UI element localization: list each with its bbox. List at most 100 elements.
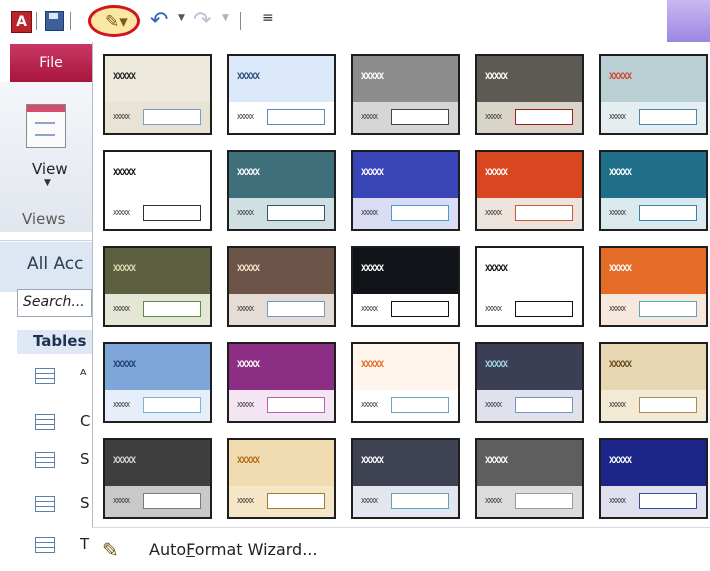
style-sample-title: XXXXX	[237, 264, 260, 274]
style-body-preview: XXXXX	[601, 102, 706, 133]
style-sample-textbox	[391, 301, 449, 317]
table-icon	[35, 537, 55, 553]
view-button-label[interactable]: View	[32, 160, 68, 178]
autoformat-style-15[interactable]: XXXXX XXXXX	[599, 246, 708, 327]
autoformat-style-21[interactable]: XXXXX XXXXX	[103, 438, 212, 519]
style-sample-title: XXXXX	[237, 360, 260, 370]
style-header-preview: XXXXX	[229, 152, 334, 198]
style-sample-textbox	[515, 109, 573, 125]
autoformat-style-19[interactable]: XXXXX XXXXX	[475, 342, 584, 423]
style-sample-label: XXXXX	[485, 305, 502, 313]
style-sample-title: XXXXX	[485, 168, 508, 178]
access-app-icon[interactable]: A	[11, 11, 32, 33]
nav-table-item[interactable]: C	[35, 408, 92, 436]
navigation-pane-header[interactable]: All Acc	[0, 242, 92, 292]
style-body-preview: XXXXX	[601, 486, 706, 517]
autoformat-style-6[interactable]: XXXXX XXXXX	[103, 150, 212, 231]
style-sample-textbox	[143, 493, 201, 509]
navigation-search-input[interactable]: Search...	[17, 289, 92, 317]
autoformat-style-1[interactable]: XXXXX XXXXX	[103, 54, 212, 135]
autoformat-style-24[interactable]: XXXXX XXXXX	[475, 438, 584, 519]
style-header-preview: XXXXX	[353, 440, 458, 486]
table-icon	[35, 496, 55, 512]
table-icon	[35, 452, 55, 468]
style-body-preview: XXXXX	[477, 198, 582, 229]
autoformat-style-5[interactable]: XXXXX XXXXX	[599, 54, 708, 135]
style-sample-textbox	[515, 301, 573, 317]
style-body-preview: XXXXX	[105, 390, 210, 421]
style-header-preview: XXXXX	[477, 248, 582, 294]
autoformat-style-9[interactable]: XXXXX XXXXX	[475, 150, 584, 231]
style-body-preview: XXXXX	[105, 486, 210, 517]
style-sample-title: XXXXX	[113, 72, 136, 82]
style-sample-label: XXXXX	[485, 497, 502, 505]
style-header-preview: XXXXX	[229, 440, 334, 486]
style-body-preview: XXXXX	[105, 294, 210, 325]
style-sample-textbox	[267, 493, 325, 509]
autoformat-style-7[interactable]: XXXXX XXXXX	[227, 150, 336, 231]
style-sample-textbox	[391, 109, 449, 125]
customize-toolbar-icon[interactable]: ≡	[262, 10, 274, 26]
chevron-down-icon[interactable]: ▼	[44, 178, 51, 188]
table-icon	[35, 368, 55, 384]
autoformat-style-16[interactable]: XXXXX XXXXX	[103, 342, 212, 423]
autoformat-style-3[interactable]: XXXXX XXXXX	[351, 54, 460, 135]
style-sample-textbox	[639, 397, 697, 413]
style-sample-textbox	[267, 301, 325, 317]
autoformat-style-2[interactable]: XXXXX XXXXX	[227, 54, 336, 135]
style-sample-title: XXXXX	[609, 360, 632, 370]
style-sample-title: XXXXX	[361, 168, 384, 178]
search-placeholder: Search...	[23, 294, 85, 310]
autoformat-style-20[interactable]: XXXXX XXXXX	[599, 342, 708, 423]
autoformat-style-18[interactable]: XXXXX XXXXX	[351, 342, 460, 423]
style-body-preview: XXXXX	[105, 198, 210, 229]
nav-table-item[interactable]: S	[35, 490, 92, 518]
style-header-preview: XXXXX	[601, 344, 706, 390]
nav-table-item[interactable]: ᴬ	[35, 362, 92, 390]
style-sample-label: XXXXX	[113, 209, 130, 217]
style-sample-textbox	[267, 397, 325, 413]
autoformat-wizard-menu-item[interactable]: ✎ AutoFormat Wizard...	[92, 527, 710, 571]
style-sample-textbox	[515, 493, 573, 509]
style-sample-label: XXXXX	[361, 113, 378, 121]
style-sample-label: XXXXX	[237, 305, 254, 313]
view-form-icon[interactable]	[26, 104, 66, 148]
autoformat-style-13[interactable]: XXXXX XXXXX	[351, 246, 460, 327]
file-tab[interactable]: File	[10, 44, 92, 82]
autoformat-style-14[interactable]: XXXXX XXXXX	[475, 246, 584, 327]
tables-group-header[interactable]: Tables	[17, 330, 92, 354]
style-sample-title: XXXXX	[485, 360, 508, 370]
autoformat-style-22[interactable]: XXXXX XXXXX	[227, 438, 336, 519]
nav-table-item[interactable]: S	[35, 446, 92, 474]
style-sample-label: XXXXX	[237, 209, 254, 217]
style-sample-title: XXXXX	[485, 456, 508, 466]
autoformat-style-8[interactable]: XXXXX XXXXX	[351, 150, 460, 231]
save-icon[interactable]	[45, 11, 64, 31]
autoformat-quick-button[interactable]: ✎▾	[88, 5, 140, 37]
autoformat-style-12[interactable]: XXXXX XXXXX	[227, 246, 336, 327]
style-sample-textbox	[391, 493, 449, 509]
style-sample-label: XXXXX	[237, 497, 254, 505]
style-sample-label: XXXXX	[485, 113, 502, 121]
autoformat-style-4[interactable]: XXXXX XXXXX	[475, 54, 584, 135]
style-sample-textbox	[639, 205, 697, 221]
undo-dropdown-icon[interactable]: ▼	[178, 13, 185, 23]
autoformat-style-17[interactable]: XXXXX XXXXX	[227, 342, 336, 423]
toolbar-separator	[36, 12, 37, 30]
quick-access-toolbar: A ✎▾ ↶ ▼ ↷ ▼ ≡	[0, 0, 710, 42]
autoformat-style-10[interactable]: XXXXX XXXXX	[599, 150, 708, 231]
style-sample-label: XXXXX	[113, 113, 130, 121]
autoformat-style-23[interactable]: XXXXX XXXXX	[351, 438, 460, 519]
nav-table-item[interactable]: T	[35, 531, 92, 559]
autoformat-wizard-label: AutoFormat Wizard...	[149, 540, 318, 559]
style-sample-textbox	[515, 397, 573, 413]
autoformat-style-11[interactable]: XXXXX XXXXX	[103, 246, 212, 327]
style-body-preview: XXXXX	[353, 102, 458, 133]
autoformat-style-25[interactable]: XXXXX XXXXX	[599, 438, 708, 519]
style-sample-textbox	[639, 109, 697, 125]
style-sample-textbox	[143, 205, 201, 221]
style-header-preview: XXXXX	[477, 152, 582, 198]
style-body-preview: XXXXX	[105, 102, 210, 133]
undo-icon[interactable]: ↶	[150, 8, 168, 33]
style-header-preview: XXXXX	[477, 344, 582, 390]
